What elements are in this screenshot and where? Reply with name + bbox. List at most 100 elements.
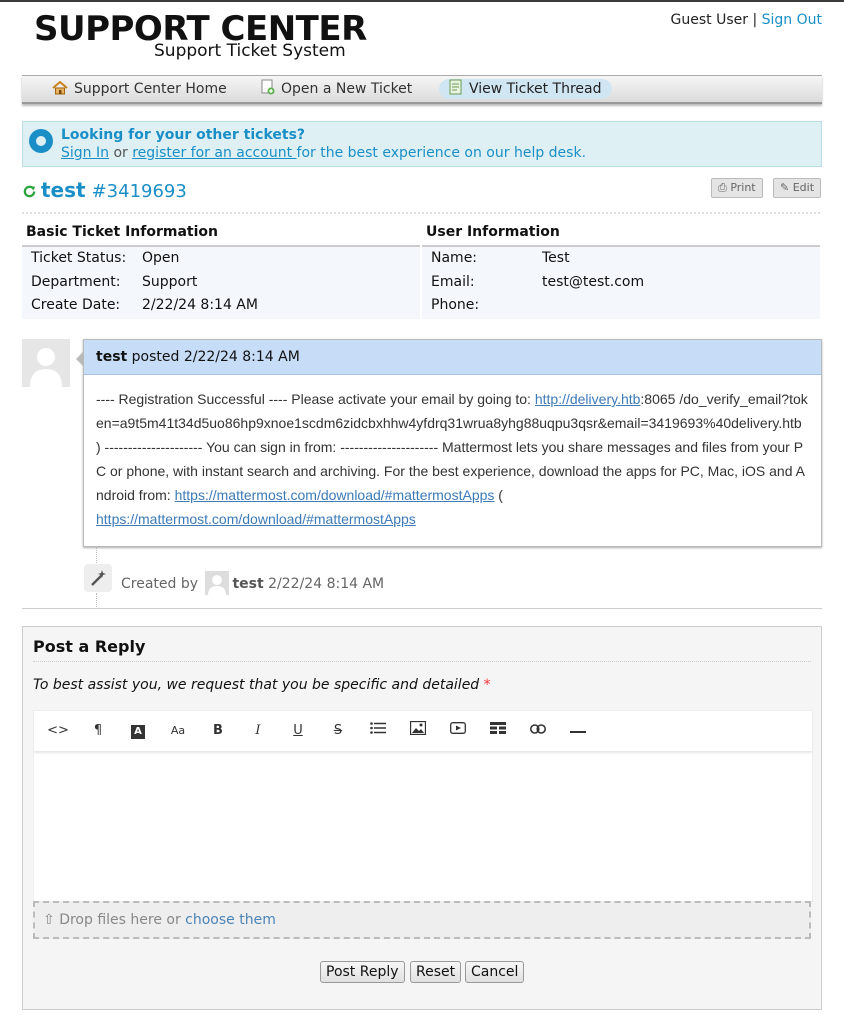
status-value: Open xyxy=(142,250,180,266)
bold-icon[interactable]: B xyxy=(206,721,230,741)
font-size-icon[interactable]: Aa xyxy=(166,721,190,741)
title-divider xyxy=(22,212,820,214)
create-date-label: Create Date: xyxy=(31,297,121,313)
notice-text: Sign In or register for an account for t… xyxy=(61,145,586,161)
guest-user-label: Guest User xyxy=(670,12,748,28)
thread-entry: test posted 2/22/24 8:14 AM ---- Registr… xyxy=(83,339,822,547)
drop-text: Drop files here or xyxy=(59,912,186,928)
timeline-line-top xyxy=(96,547,97,563)
event-badge xyxy=(84,564,112,592)
basic-info-box: Ticket Status: Open Department: Support … xyxy=(22,245,420,319)
magic-wand-icon xyxy=(91,570,106,586)
post-reply-button[interactable]: Post Reply xyxy=(320,961,405,983)
new-ticket-icon xyxy=(261,79,275,101)
thread-pointer xyxy=(76,352,83,366)
email-value: test@test.com xyxy=(542,274,645,290)
register-link[interactable]: register for an account xyxy=(132,145,296,161)
print-button[interactable]: ⎙ Print xyxy=(711,178,763,198)
editor-toolbar: <> ¶ A Aa B I U S xyxy=(34,711,812,751)
department-value: Support xyxy=(142,274,198,290)
nav-new-ticket-label: Open a New Ticket xyxy=(281,81,413,97)
paragraph-icon[interactable]: ¶ xyxy=(86,721,110,741)
body-text-1: ---- Registration Successful ---- Please… xyxy=(96,391,535,407)
reply-divider xyxy=(33,661,811,662)
department-label: Department: xyxy=(31,274,121,290)
thread-divider xyxy=(22,608,822,609)
separator: | xyxy=(752,12,758,28)
mattermost-link-1[interactable]: https://mattermost.com/download/#matterm… xyxy=(175,487,495,503)
table-icon[interactable] xyxy=(486,721,510,741)
video-icon[interactable] xyxy=(446,721,470,741)
edit-icon: ✎ xyxy=(780,181,790,194)
other-tickets-notice: Looking for your other tickets? Sign In … xyxy=(22,121,822,167)
phone-label: Phone: xyxy=(431,297,480,313)
choose-files-link[interactable]: choose them xyxy=(185,912,276,928)
mini-avatar xyxy=(205,571,230,595)
ticket-title: test #3419693 xyxy=(22,178,187,204)
image-icon[interactable] xyxy=(406,720,430,741)
print-icon: ⎙ xyxy=(718,181,727,194)
name-value: Test xyxy=(542,250,570,266)
ticket-thread-icon xyxy=(449,79,463,101)
user-status: Guest User | Sign Out xyxy=(671,12,822,28)
thread-author: test xyxy=(96,349,128,365)
nav-home[interactable]: Support Center Home xyxy=(42,79,237,99)
created-by-event: Created by test 2/22/24 8:14 AM xyxy=(121,571,384,595)
notice-title: Looking for your other tickets? xyxy=(61,127,306,143)
basic-info-heading: Basic Ticket Information xyxy=(26,224,218,240)
created-by-author: test xyxy=(232,576,264,592)
refresh-icon[interactable] xyxy=(22,180,37,204)
sign-in-link[interactable]: Sign In xyxy=(61,145,109,161)
code-view-icon[interactable]: <> xyxy=(46,721,70,741)
create-date-value: 2/22/24 8:14 AM xyxy=(142,297,258,313)
thread-body: ---- Registration Successful ---- Please… xyxy=(84,375,821,543)
compass-icon xyxy=(29,129,53,153)
notice-rest: for the best experience on our help desk… xyxy=(296,145,587,161)
home-icon xyxy=(52,80,68,101)
user-info-heading: User Information xyxy=(426,224,560,240)
main-nav: Support Center Home Open a New Ticket Vi… xyxy=(22,75,822,104)
status-label: Ticket Status: xyxy=(31,250,127,266)
user-info-box: Name: Test Email: test@test.com Phone: xyxy=(422,245,820,319)
nav-home-label: Support Center Home xyxy=(74,81,227,97)
file-drop-zone[interactable]: ⇧ Drop files here or choose them xyxy=(33,901,811,939)
thread-header: test posted 2/22/24 8:14 AM xyxy=(84,340,821,375)
ticket-subject[interactable]: test xyxy=(41,178,86,202)
print-label: Print xyxy=(730,181,756,194)
nav-new-ticket[interactable]: Open a New Ticket xyxy=(251,79,422,99)
nav-view-thread[interactable]: View Ticket Thread xyxy=(439,79,612,99)
italic-icon[interactable]: I xyxy=(246,721,270,741)
rich-text-editor[interactable]: <> ¶ A Aa B I U S xyxy=(33,710,813,902)
default-avatar-icon xyxy=(22,339,70,387)
email-label: Email: xyxy=(431,274,475,290)
cancel-button[interactable]: Cancel xyxy=(465,961,525,983)
font-color-icon[interactable]: A xyxy=(126,721,150,741)
created-by-label: Created by xyxy=(121,576,199,592)
edit-label: Edit xyxy=(792,181,815,194)
list-icon[interactable] xyxy=(366,721,390,741)
reply-heading: Post a Reply xyxy=(33,637,146,656)
edit-button[interactable]: ✎ Edit xyxy=(773,178,822,198)
reset-button[interactable]: Reset xyxy=(410,961,462,983)
delivery-link[interactable]: http://delivery.htb xyxy=(535,391,641,407)
name-label: Name: xyxy=(431,250,478,266)
ticket-number: #3419693 xyxy=(91,181,187,202)
strikethrough-icon[interactable]: S xyxy=(326,721,350,741)
reply-hint: To best assist you, we request that you … xyxy=(33,677,491,693)
horizontal-rule-icon[interactable] xyxy=(566,721,590,741)
required-mark: * xyxy=(483,677,491,693)
user-icon xyxy=(208,575,227,595)
mattermost-link-2[interactable]: https://mattermost.com/download/#matterm… xyxy=(96,511,416,527)
nav-view-thread-label: View Ticket Thread xyxy=(469,81,602,97)
upload-icon: ⇧ xyxy=(43,912,55,928)
underline-icon[interactable]: U xyxy=(286,721,310,741)
sign-out-link[interactable]: Sign Out xyxy=(762,12,822,28)
reply-hint-text: To best assist you, we request that you … xyxy=(33,677,480,693)
body-text-3: ( xyxy=(494,487,507,503)
logo-subtitle: Support Ticket System xyxy=(154,41,346,61)
link-icon[interactable] xyxy=(526,721,550,741)
author-avatar xyxy=(22,339,70,387)
timeline-line-bottom xyxy=(96,593,97,607)
thread-posted: posted 2/22/24 8:14 AM xyxy=(127,349,300,365)
notice-or: or xyxy=(109,145,133,161)
